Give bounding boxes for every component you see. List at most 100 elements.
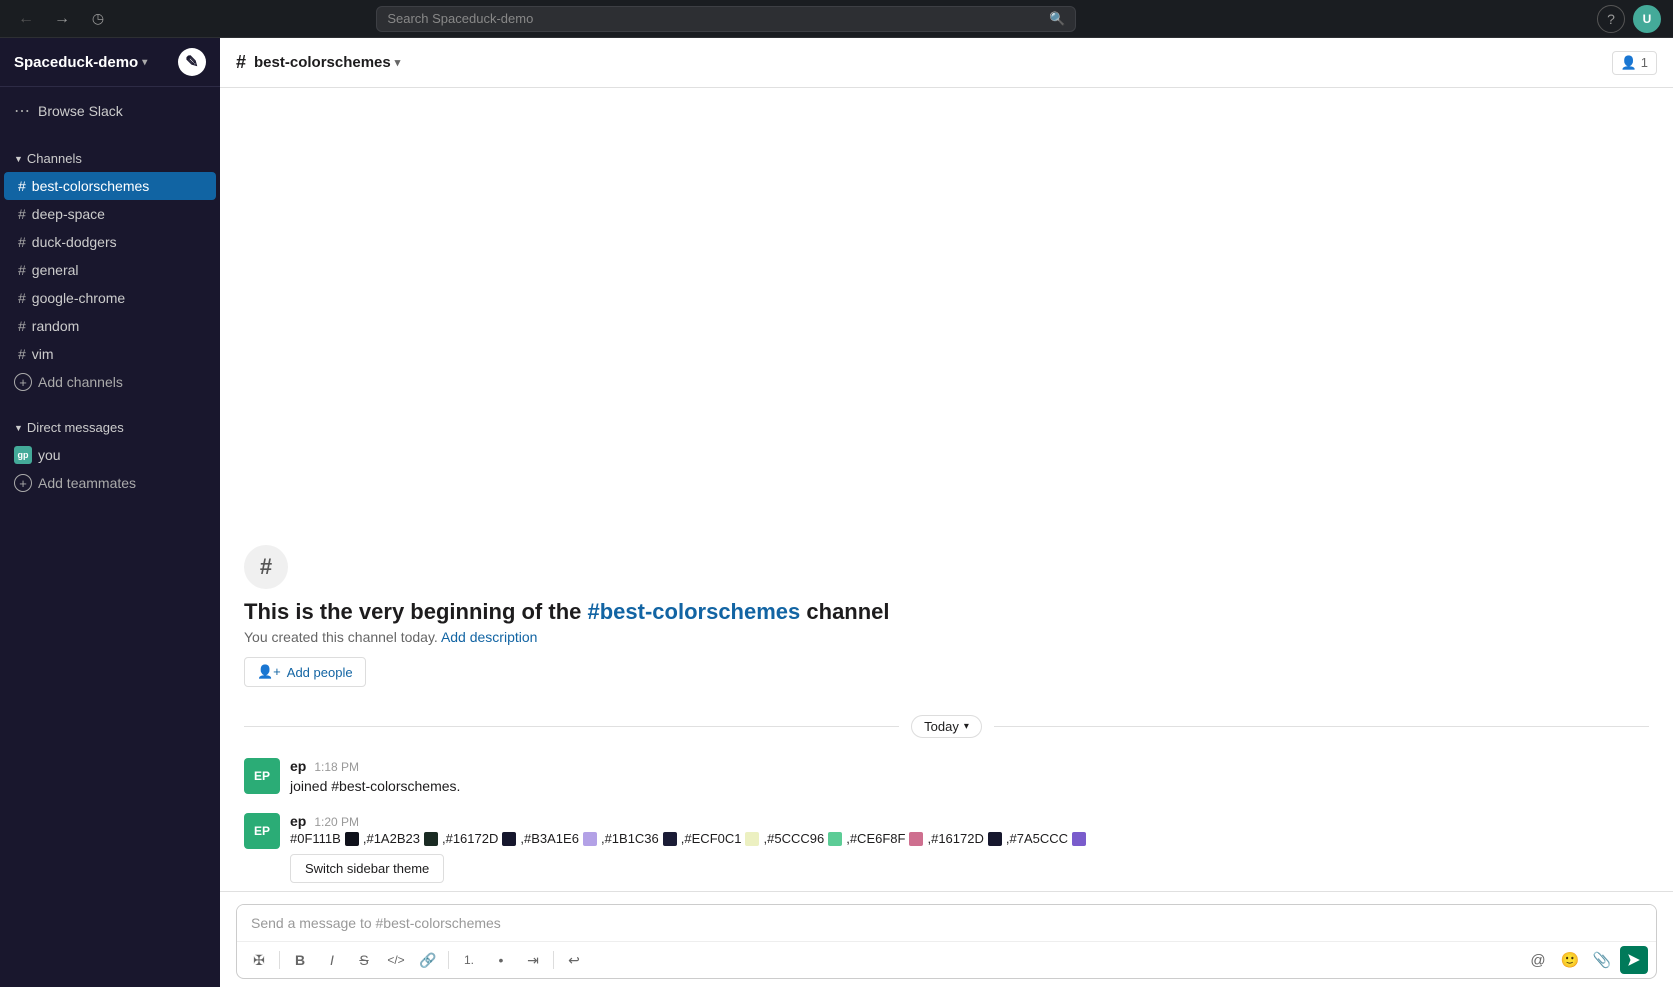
dots-icon: ⋯ (14, 101, 30, 121)
channels-toggle-icon: ▼ (14, 154, 23, 164)
dm-section-header[interactable]: ▼ Direct messages (0, 416, 220, 439)
members-icon: 👤 (1621, 55, 1637, 71)
channel-item-general[interactable]: # general (4, 256, 216, 284)
channel-item-vim[interactable]: # vim (4, 340, 216, 368)
add-people-button[interactable]: 👤+ Add people (244, 657, 366, 687)
browse-section: ⋯ Browse Slack (0, 87, 220, 135)
message-header-2: ep 1:20 PM (290, 813, 1649, 829)
date-separator: Today ▾ (220, 703, 1673, 750)
forward-button[interactable]: → (48, 5, 76, 33)
toolbar-divider-3 (553, 951, 554, 969)
help-button[interactable]: ? (1597, 5, 1625, 33)
code-button[interactable]: </> (382, 946, 410, 974)
toolbar-divider-2 (448, 951, 449, 969)
message-username-2: ep (290, 813, 306, 829)
add-teammates-item[interactable]: + Add teammates (0, 469, 220, 497)
bold-button[interactable]: B (286, 946, 314, 974)
hash-icon: # (18, 206, 26, 222)
search-input[interactable] (387, 11, 1043, 26)
at-mention-button[interactable]: @ (1524, 946, 1552, 974)
toolbar-divider-1 (279, 951, 280, 969)
italic-button[interactable]: I (318, 946, 346, 974)
hash-icon: # (18, 346, 26, 362)
undo-button[interactable]: ↩ (560, 946, 588, 974)
channel-beginning: # This is the very beginning of the #bes… (220, 513, 1673, 703)
message-avatar-1: EP (244, 758, 280, 794)
emoji-button[interactable]: 🙂 (1556, 946, 1584, 974)
new-message-button[interactable]: ✎ (178, 48, 206, 76)
attach-button[interactable]: ✠ (245, 946, 273, 974)
link-button[interactable]: 🔗 (414, 946, 442, 974)
channel-item-google-chrome[interactable]: # google-chrome (4, 284, 216, 312)
input-area: ✠ B I S </> 🔗 1. • ⇥ ↩ @ 🙂 � (220, 891, 1673, 987)
members-button[interactable]: 👤 1 (1612, 51, 1657, 75)
hash-icon: # (18, 290, 26, 306)
date-badge[interactable]: Today ▾ (911, 715, 982, 738)
color-swatch (502, 832, 516, 846)
history-button[interactable]: ◷ (84, 5, 112, 33)
dm-item-gp[interactable]: gp you (0, 441, 220, 469)
color-swatch (424, 832, 438, 846)
send-button[interactable] (1620, 946, 1648, 974)
message-1: EP ep 1:18 PM joined #best-colorschemes. (220, 750, 1673, 805)
unordered-list-button[interactable]: • (487, 946, 515, 974)
input-toolbar: ✠ B I S </> 🔗 1. • ⇥ ↩ @ 🙂 � (237, 941, 1656, 978)
channel-item-best-colorschemes[interactable]: # best-colorschemes (4, 172, 216, 200)
strikethrough-button[interactable]: S (350, 946, 378, 974)
switch-sidebar-theme-button[interactable]: Switch sidebar theme (290, 854, 444, 883)
color-swatch (583, 832, 597, 846)
dm-section: ▼ Direct messages gp you + Add teammates (0, 404, 220, 505)
message-input[interactable] (237, 905, 1656, 941)
channel-item-random[interactable]: # random (4, 312, 216, 340)
ordered-list-button[interactable]: 1. (455, 946, 483, 974)
color-display: #0F111B,#1A2B23,#16172D,#B3A1E6,#1B1C36,… (290, 831, 1649, 846)
workspace-name[interactable]: Spaceduck-demo ▾ (14, 54, 147, 71)
channel-chevron-icon: ▾ (395, 56, 401, 69)
workspace-header: Spaceduck-demo ▾ ✎ (0, 38, 220, 87)
channel-title[interactable]: best-colorschemes ▾ (254, 54, 400, 71)
channel-item-deep-space[interactable]: # deep-space (4, 200, 216, 228)
message-content-2: ep 1:20 PM #0F111B,#1A2B23,#16172D,#B3A1… (290, 813, 1649, 883)
dm-toggle-icon: ▼ (14, 423, 23, 433)
separator-line-left (244, 726, 899, 727)
add-person-icon: 👤+ (257, 664, 281, 680)
dm-avatar-gp: gp (14, 446, 32, 464)
channel-hash-icon: # (236, 52, 246, 73)
message-content-1: ep 1:18 PM joined #best-colorschemes. (290, 758, 1649, 797)
hash-icon: # (18, 318, 26, 334)
message-time-2: 1:20 PM (314, 815, 359, 829)
color-swatch (345, 832, 359, 846)
channel-header: # best-colorschemes ▾ 👤 1 (220, 38, 1673, 88)
channel-beginning-title: This is the very beginning of the #best-… (244, 599, 1649, 625)
color-swatch (1072, 832, 1086, 846)
color-swatch (988, 832, 1002, 846)
input-box: ✠ B I S </> 🔗 1. • ⇥ ↩ @ 🙂 � (236, 904, 1657, 979)
hash-icon: # (18, 178, 26, 194)
color-swatch (828, 832, 842, 846)
message-username-1: ep (290, 758, 306, 774)
back-button[interactable]: ← (12, 5, 40, 33)
color-swatch (663, 832, 677, 846)
channel-link[interactable]: #best-colorschemes (588, 599, 801, 624)
sidebar: Spaceduck-demo ▾ ✎ ⋯ Browse Slack ▼ Chan… (0, 38, 220, 987)
chat-area: # This is the very beginning of the #bes… (220, 88, 1673, 891)
toolbar-right: @ 🙂 📎 (1524, 946, 1648, 974)
indent-button[interactable]: ⇥ (519, 946, 547, 974)
browse-slack-item[interactable]: ⋯ Browse Slack (0, 95, 220, 127)
message-time-1: 1:18 PM (314, 760, 359, 774)
add-description-link[interactable]: Add description (441, 629, 538, 645)
file-attach-button[interactable]: 📎 (1588, 946, 1616, 974)
channels-section-header[interactable]: ▼ Channels (0, 147, 220, 170)
message-2: EP ep 1:20 PM #0F111B,#1A2B23,#16172D,#B… (220, 805, 1673, 891)
search-icon[interactable]: 🔍 (1049, 11, 1065, 27)
channels-section: ▼ Channels # best-colorschemes # deep-sp… (0, 135, 220, 404)
date-chevron-icon: ▾ (964, 721, 969, 732)
hash-icon: # (18, 234, 26, 250)
message-text-1: joined #best-colorschemes. (290, 776, 1649, 797)
channel-created-text: You created this channel today. Add desc… (244, 629, 1649, 645)
search-bar: 🔍 (376, 6, 1076, 32)
add-channels-item[interactable]: + Add channels (0, 368, 220, 396)
user-avatar-top[interactable]: U (1633, 5, 1661, 33)
channel-item-duck-dodgers[interactable]: # duck-dodgers (4, 228, 216, 256)
separator-line-right (994, 726, 1649, 727)
